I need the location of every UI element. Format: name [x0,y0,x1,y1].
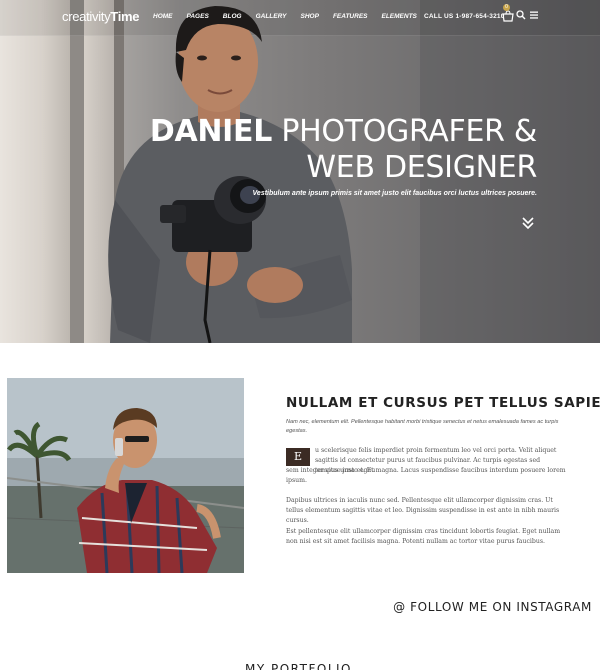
about-paragraph-1-cont: sem integer vitae justo eget magna. Lacu… [286,467,566,484]
dropcap-letter: E [286,448,310,466]
hero-subtitle: Vestibulum ante ipsum primis sit amet ju… [252,190,537,197]
menu-icon[interactable] [530,11,538,19]
menu-list: HOME PAGES BLOG GALLERY SHOP FEATURES EL… [153,13,431,20]
menu-item-gallery[interactable]: GALLERY [256,13,287,20]
logo-text-bold: Time [110,9,140,24]
hero-title: DANIEL PHOTOGRAFER & WEB DESIGNER [150,114,537,186]
contact-phone[interactable]: CALL US 1-987-654-3210 [424,13,505,20]
menu-item-blog[interactable]: BLOG [223,13,242,20]
window-glass [0,0,70,343]
menu-item-shop[interactable]: SHOP [301,13,319,20]
cart-count-badge: 0 [503,4,510,11]
site-logo[interactable]: creativityTime [62,9,140,24]
portfolio-heading: MY PORTFOLIO [245,662,352,670]
about-lead: Nam nec, elementum elit. Pellentesque ha… [286,419,559,434]
chevrons-down-icon[interactable] [522,216,534,230]
logo-text: creativity [62,9,111,24]
hero-section: creativityTime HOME PAGES BLOG GALLERY S… [0,0,600,343]
menu-item-home[interactable]: HOME [153,13,173,20]
about-photo [7,378,244,573]
menu-item-elements[interactable]: ELEMENTS [382,13,417,20]
cart-icon[interactable] [502,9,514,23]
search-icon[interactable] [516,10,526,20]
about-paragraph-2: Dapibus ultrices in iaculis nunc sed. Pe… [286,497,560,524]
about-title: NULLAM ET CURSUS PET TELLUS SAPIEN. [286,395,600,411]
hero-name: DANIEL [149,114,273,149]
menu-item-pages[interactable]: PAGES [187,13,209,20]
hero-title-line2: WEB DESIGNER [306,150,537,185]
window-frame [70,0,84,343]
about-paragraph-3: Est pellentesque elit ullamcorper dignis… [286,528,561,545]
menu-item-features[interactable]: FEATURES [333,13,368,20]
instagram-follow-link[interactable]: @ FOLLOW ME ON INSTAGRAM [393,600,592,614]
main-navigation: creativityTime HOME PAGES BLOG GALLERY S… [0,0,600,34]
hero-title-line1: PHOTOGRAFER & [281,114,537,149]
